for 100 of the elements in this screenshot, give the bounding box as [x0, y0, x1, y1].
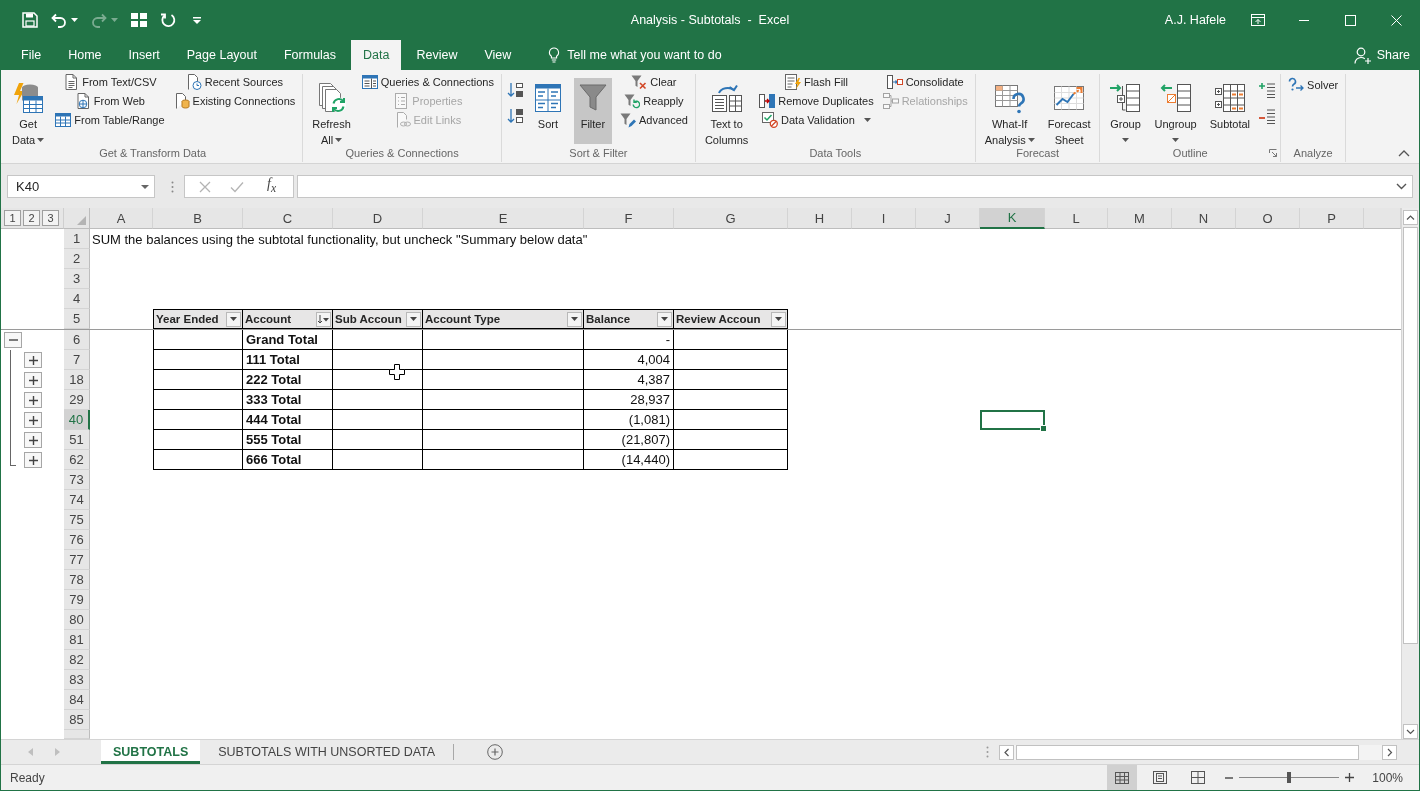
row-header[interactable]: 73	[64, 470, 90, 490]
undo-icon[interactable]	[51, 12, 67, 28]
share-button[interactable]: Share	[1351, 40, 1412, 70]
outline-toggle-button[interactable]	[24, 372, 42, 388]
filter-dropdown-button[interactable]	[567, 311, 582, 327]
scroll-thumb[interactable]	[1403, 227, 1418, 644]
outline-toggle-button[interactable]	[24, 412, 42, 428]
row-header[interactable]: 82	[64, 650, 90, 670]
ribbon-button[interactable]: From Web	[72, 93, 147, 109]
view-button[interactable]	[1107, 765, 1138, 790]
row-header[interactable]: 62	[64, 450, 90, 470]
sheet-tab[interactable]: SUBTOTALS WITH UNSORTED DATA	[200, 740, 454, 764]
ribbon-tab[interactable]: Insert	[116, 40, 172, 70]
row-header[interactable]: 29	[64, 390, 90, 410]
minimize-icon[interactable]	[1299, 19, 1309, 21]
column-header[interactable]: N	[1172, 208, 1236, 229]
ribbon-tab[interactable]: Data	[351, 40, 402, 70]
row-header[interactable]: 78	[64, 570, 90, 590]
ribbon-tab[interactable]: Home	[56, 40, 114, 70]
ribbon-button[interactable]: From Table/Range	[53, 112, 167, 128]
row-header[interactable]: 7	[64, 350, 90, 370]
outline-toggle-button[interactable]	[24, 392, 42, 408]
selected-cell[interactable]	[980, 410, 1045, 430]
outline-toggle-button[interactable]	[24, 452, 42, 468]
row-header[interactable]: 18	[64, 370, 90, 390]
filter-dropdown-button[interactable]	[226, 311, 241, 327]
ribbon-button[interactable]: Flash Fill	[782, 74, 850, 90]
row-header[interactable]: 40	[64, 410, 90, 430]
ribbon-button[interactable]: Text to Columns	[701, 78, 752, 148]
column-header[interactable]: O	[1236, 208, 1300, 229]
filter-dropdown-button[interactable]	[657, 311, 672, 327]
sheet-tab[interactable]: SUBTOTALS	[101, 740, 201, 764]
chevron-up-icon[interactable]	[1398, 150, 1410, 157]
ribbon-tab[interactable]: File	[9, 40, 54, 70]
minus-lines-icon[interactable]	[1259, 108, 1276, 124]
arrow-right-icon[interactable]	[1382, 744, 1397, 760]
outline-toggle-button[interactable]	[24, 352, 42, 368]
fill-handle-icon[interactable]	[1040, 425, 1047, 432]
caret-icon[interactable]	[71, 18, 78, 22]
ribbon-button[interactable]: Data Validation	[760, 112, 873, 128]
row-header[interactable]: 51	[64, 430, 90, 450]
row-header[interactable]: 79	[64, 590, 90, 610]
column-header[interactable]: G	[674, 208, 788, 229]
ribbon-button[interactable]: Consolidate	[884, 74, 966, 90]
slider-thumb[interactable]	[1287, 772, 1292, 783]
arrow-left-icon[interactable]	[999, 744, 1014, 760]
sort-descending-icon[interactable]	[506, 108, 523, 124]
column-header[interactable]: I	[852, 208, 916, 229]
tell-me-field[interactable]: Tell me what you want to do	[567, 46, 744, 64]
outline-toggle-button[interactable]	[24, 432, 42, 448]
row-header[interactable]: 5	[64, 309, 90, 329]
row-header[interactable]: 4	[64, 289, 90, 309]
column-header[interactable]: H	[788, 208, 852, 229]
ribbon-button[interactable]: Clear	[629, 74, 679, 90]
ribbon-button[interactable]: What-If Analysis	[981, 78, 1038, 148]
minus-icon[interactable]	[1225, 776, 1234, 779]
column-header[interactable]: K	[980, 208, 1045, 229]
filter-dropdown-button[interactable]	[316, 311, 331, 327]
ribbon-button[interactable]: Get Data	[9, 78, 48, 148]
ribbon-button[interactable]: Advanced	[617, 112, 690, 128]
column-header[interactable]: D	[333, 208, 423, 229]
ribbon-button[interactable]: Group	[1106, 78, 1145, 148]
row-header[interactable]: 2	[64, 249, 90, 269]
overflow-caret-icon[interactable]	[193, 16, 201, 24]
row-header[interactable]: 3	[64, 269, 90, 289]
insert-function-button[interactable]: f$_{x}$	[264, 175, 280, 198]
sort-ascending-icon[interactable]	[506, 82, 523, 98]
outline-level-button[interactable]: 2	[23, 210, 40, 226]
maximize-icon[interactable]	[1344, 14, 1356, 26]
column-header[interactable]: A	[90, 208, 153, 229]
ribbon-tab[interactable]: Page Layout	[174, 40, 269, 70]
ribbon-button[interactable]: Reapply	[622, 93, 686, 109]
grid-icon[interactable]	[131, 13, 147, 27]
plus-lines-icon[interactable]	[1259, 82, 1276, 98]
outline-toggle-button[interactable]	[4, 332, 22, 348]
ribbon-button[interactable]: Forecast Sheet	[1044, 78, 1094, 148]
plus-circle-icon[interactable]	[487, 744, 504, 760]
arrow-down-icon[interactable]	[1403, 724, 1418, 739]
row-header[interactable]: 75	[64, 510, 90, 530]
ribbon-button[interactable]: Recent Sources	[183, 74, 286, 90]
filter-dropdown-button[interactable]	[771, 311, 786, 327]
column-header[interactable]: F	[584, 208, 674, 229]
ribbon-button[interactable]: Refresh All	[309, 78, 354, 148]
ribbon-button[interactable]: Sort	[528, 78, 567, 144]
row-header[interactable]: 1	[64, 229, 90, 249]
filter-dropdown-button[interactable]	[406, 311, 421, 327]
column-header[interactable]: L	[1045, 208, 1108, 229]
close-icon[interactable]	[1390, 14, 1402, 26]
row-header[interactable]: 74	[64, 490, 90, 510]
ribbon-button[interactable]: Ungroup	[1151, 78, 1200, 148]
vertical-scrollbar[interactable]	[1401, 208, 1419, 739]
circular-arrow-icon[interactable]	[160, 12, 176, 28]
ribbon-button[interactable]: From Text/CSV	[61, 74, 159, 90]
ribbon-tab[interactable]: Review	[404, 40, 470, 70]
column-header[interactable]: E	[423, 208, 584, 229]
plus-icon[interactable]	[1345, 773, 1355, 782]
dialog-launcher-icon[interactable]	[1269, 149, 1278, 157]
ribbon-button[interactable]: Solver	[1286, 74, 1341, 96]
ribbon-button[interactable]: Queries & Connections	[359, 74, 496, 90]
row-header[interactable]: 76	[64, 530, 90, 550]
